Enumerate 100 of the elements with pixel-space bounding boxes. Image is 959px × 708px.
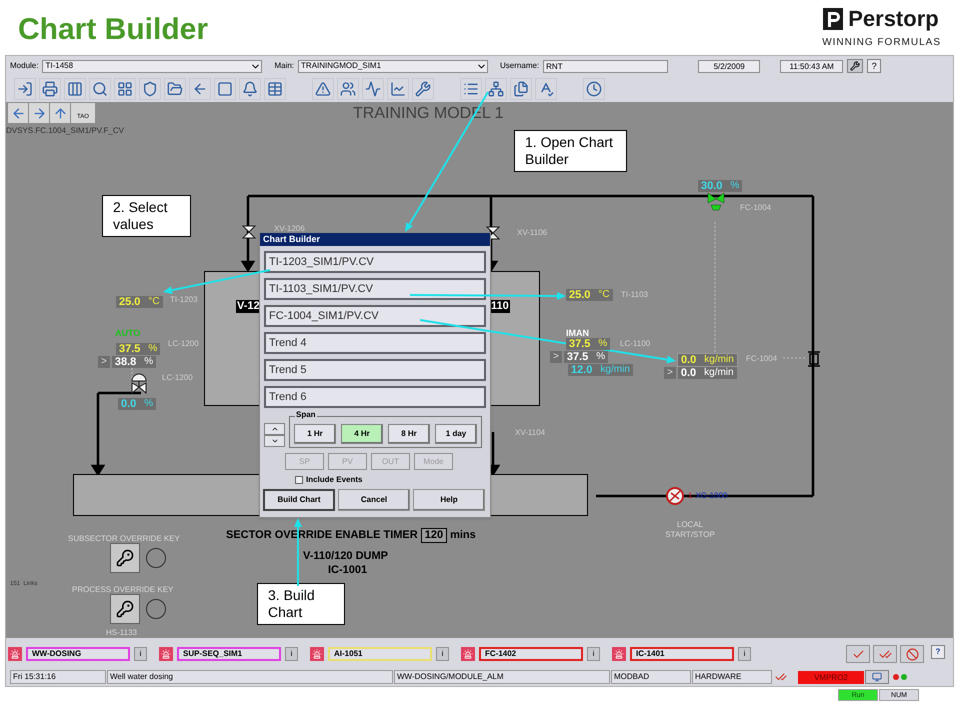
dialog-button[interactable]: Build Chart bbox=[263, 489, 335, 511]
valve-count: 1 bbox=[688, 490, 692, 502]
tools-button[interactable] bbox=[847, 59, 864, 73]
include-events-checkbox[interactable] bbox=[295, 476, 303, 484]
tag-label: FC-1004 bbox=[740, 202, 772, 214]
warning-button[interactable] bbox=[312, 78, 334, 100]
info-button[interactable]: i bbox=[285, 647, 298, 661]
move-up-button[interactable] bbox=[264, 423, 285, 435]
acknowledge-button[interactable] bbox=[846, 645, 870, 663]
printer-button[interactable] bbox=[39, 78, 61, 100]
vessel-label: 110 bbox=[490, 300, 510, 313]
grid-button[interactable] bbox=[114, 78, 136, 100]
status-field: MODBAD bbox=[611, 670, 691, 684]
username-field[interactable]: RNT bbox=[543, 60, 668, 72]
info-button[interactable]: i bbox=[134, 647, 147, 661]
mode-label: IMAN bbox=[566, 327, 589, 339]
clock-icon bbox=[586, 81, 602, 97]
network-button[interactable] bbox=[485, 78, 507, 100]
alarm-icon bbox=[461, 647, 475, 661]
list-button[interactable] bbox=[460, 78, 482, 100]
value-readout: 12.0 kg/min bbox=[568, 364, 633, 376]
valve-tag: XG-1000 bbox=[695, 490, 728, 502]
key-switch-icon[interactable] bbox=[110, 594, 140, 624]
trend-field[interactable]: TI-1203_SIM1/PV.CV bbox=[264, 251, 486, 273]
tag-label: TI-1203 bbox=[170, 294, 198, 306]
trend-field[interactable]: Trend 6 bbox=[264, 386, 486, 408]
help-button[interactable]: ? bbox=[867, 59, 882, 73]
info-button[interactable]: i bbox=[738, 647, 751, 661]
key-switch-icon[interactable] bbox=[110, 543, 140, 573]
span-button[interactable]: 1 day bbox=[435, 424, 477, 444]
pipe bbox=[98, 392, 141, 394]
bell-button[interactable] bbox=[239, 78, 261, 100]
prohibited-icon bbox=[906, 648, 918, 660]
square-icon bbox=[217, 81, 233, 97]
sign-in-button[interactable] bbox=[14, 78, 36, 100]
span-button[interactable]: 4 Hr bbox=[341, 424, 383, 444]
mode-label: AUTO bbox=[115, 327, 140, 340]
spellcheck-button[interactable] bbox=[535, 78, 557, 100]
span-label: Span bbox=[295, 410, 317, 420]
waveform-button[interactable] bbox=[362, 78, 384, 100]
back-arrow-button[interactable] bbox=[189, 78, 211, 100]
node-status: VMPRO2 bbox=[798, 670, 864, 684]
trend-field[interactable]: TI-1103_SIM1/PV.CV bbox=[264, 278, 486, 300]
up-button[interactable] bbox=[50, 103, 70, 123]
warning-icon bbox=[315, 81, 331, 97]
username-label: Username: bbox=[500, 60, 540, 72]
back-button[interactable] bbox=[8, 103, 28, 123]
span-button[interactable]: 8 Hr bbox=[388, 424, 430, 444]
value-readout: 25.0 °C bbox=[566, 289, 613, 301]
alarm-name[interactable]: SUP-SEQ_SIM1 bbox=[177, 647, 281, 661]
silence-button[interactable] bbox=[900, 645, 924, 663]
caret-up-icon bbox=[270, 425, 278, 433]
chart-button[interactable] bbox=[387, 78, 409, 100]
key-label: SUBSECTOR OVERRIDE KEY bbox=[68, 533, 180, 545]
table-button[interactable] bbox=[264, 78, 286, 100]
trend-field[interactable]: Trend 5 bbox=[264, 359, 486, 381]
users-button[interactable] bbox=[337, 78, 359, 100]
columns-icon bbox=[67, 81, 83, 97]
acknowledge-icon bbox=[775, 671, 787, 683]
move-down-button[interactable] bbox=[264, 435, 285, 447]
folder-button[interactable] bbox=[164, 78, 186, 100]
controller-label: IC-1001 bbox=[328, 563, 368, 578]
main-dropdown[interactable]: TRAININGMOD_SIM1 bbox=[298, 60, 488, 72]
monitor-button[interactable] bbox=[865, 670, 889, 684]
trend-field[interactable]: FC-1004_SIM1/PV.CV bbox=[264, 305, 486, 327]
key-label: PROCESS OVERRIDE KEY bbox=[72, 584, 174, 596]
documents-button[interactable] bbox=[510, 78, 532, 100]
acknowledge-all-button[interactable] bbox=[873, 645, 897, 663]
shield-button[interactable] bbox=[139, 78, 161, 100]
columns-button[interactable] bbox=[64, 78, 86, 100]
help-button[interactable]: ? bbox=[931, 645, 945, 659]
value-readout: 0.0 kg/min bbox=[678, 367, 737, 379]
timer-field[interactable]: 120 bbox=[420, 528, 448, 543]
info-button[interactable]: i bbox=[587, 647, 600, 661]
tag-label: XV-1104 bbox=[515, 427, 546, 439]
setpoint-marker: > bbox=[550, 351, 562, 363]
span-button[interactable]: 1 Hr bbox=[294, 424, 336, 444]
alarm-name[interactable]: FC-1402 bbox=[479, 647, 583, 661]
logo-icon bbox=[822, 6, 844, 30]
alarm-name[interactable]: AI-1051 bbox=[328, 647, 432, 661]
alarm-name[interactable]: IC-1401 bbox=[630, 647, 734, 661]
valve-icon bbox=[486, 226, 500, 240]
status-lamp bbox=[146, 548, 166, 568]
dialog-button[interactable]: Help bbox=[413, 489, 485, 511]
value-readout: 30.0 % bbox=[698, 180, 742, 192]
alarm-name[interactable]: WW-DOSING bbox=[26, 647, 130, 661]
info-button[interactable]: i bbox=[436, 647, 449, 661]
trend-field[interactable]: Trend 4 bbox=[264, 332, 486, 354]
monitor-icon bbox=[872, 672, 882, 682]
square-button[interactable] bbox=[214, 78, 236, 100]
value-readout: 37.5 % bbox=[564, 351, 608, 363]
value-readout: 25.0 °C bbox=[116, 296, 163, 308]
clock-button[interactable] bbox=[583, 78, 605, 100]
search-button[interactable] bbox=[89, 78, 111, 100]
tag-label: XV-1106 bbox=[517, 227, 548, 239]
time-field: 11:50:43 AM bbox=[780, 60, 844, 72]
module-dropdown[interactable]: TI-1458 bbox=[42, 60, 262, 72]
alarm-icon bbox=[159, 647, 173, 661]
dialog-button[interactable]: Cancel bbox=[338, 489, 410, 511]
forward-button[interactable] bbox=[29, 103, 49, 123]
